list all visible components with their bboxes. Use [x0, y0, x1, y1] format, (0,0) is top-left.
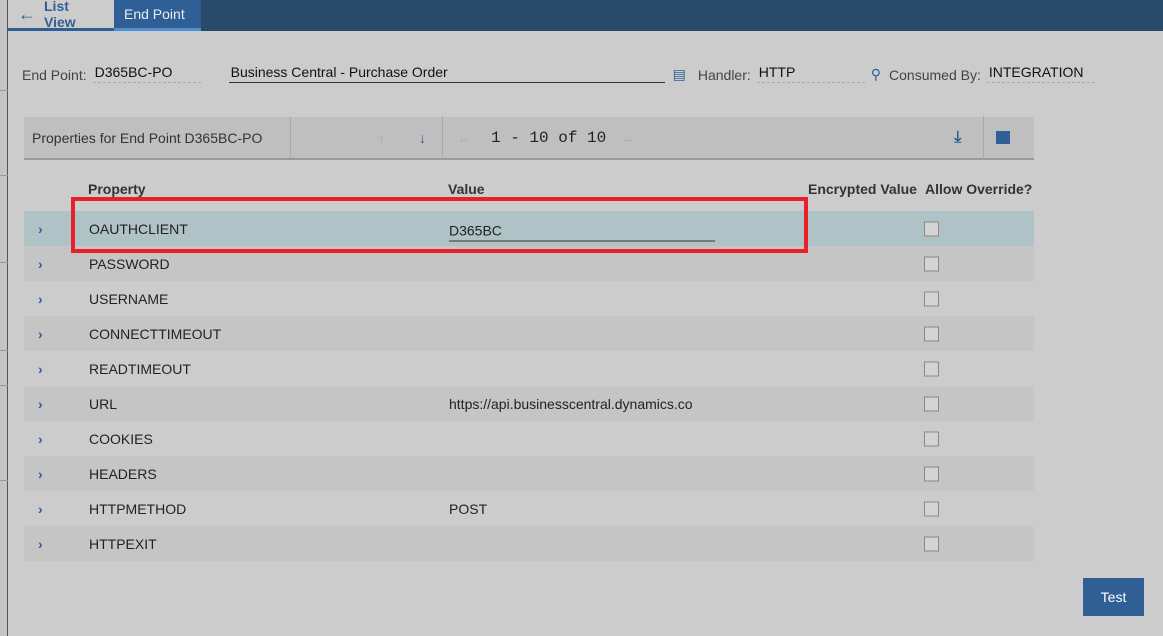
expand-chevron-icon[interactable]: ›: [38, 361, 43, 377]
property-name: CONNECTTIMEOUT: [89, 325, 222, 342]
description-field[interactable]: Business Central - Purchase Order: [228, 64, 665, 83]
table-row[interactable]: › CONNECTTIMEOUT: [24, 316, 1034, 351]
property-value[interactable]: POST: [449, 501, 715, 517]
calendar-icon[interactable]: ▤: [673, 66, 686, 83]
property-name: URL: [89, 395, 118, 412]
allow-override-checkbox[interactable]: [924, 501, 939, 516]
minimize-icon[interactable]: [996, 131, 1011, 144]
list-view-tab[interactable]: ← List View: [8, 0, 114, 31]
table-row[interactable]: › USERNAME: [24, 281, 1034, 316]
top-nav: ← List View End Point: [8, 0, 1163, 31]
toolbar-title: Properties for End Point D365BC-PO: [24, 117, 291, 158]
tab-end-point[interactable]: End Point: [114, 0, 201, 31]
allow-override-checkbox[interactable]: [924, 431, 939, 446]
test-button[interactable]: Test: [1083, 578, 1144, 616]
allow-override-checkbox[interactable]: [924, 536, 939, 551]
table-row[interactable]: › HTTPMETHOD POST: [24, 491, 1034, 526]
expand-chevron-icon[interactable]: ›: [38, 326, 43, 342]
table-row[interactable]: › HTTPEXIT: [24, 526, 1034, 561]
highlight-box: [71, 197, 808, 253]
allow-override-checkbox[interactable]: [924, 326, 939, 341]
search-icon[interactable]: ⚲: [871, 66, 881, 83]
endpoint-header: End Point: D365BC-PO Business Central - …: [22, 64, 1095, 83]
property-name: USERNAME: [89, 290, 169, 307]
pagination-text: 1 - 10 of 10: [491, 128, 607, 147]
prev-page-icon[interactable]: ←: [457, 130, 471, 146]
property-name: HTTPMETHOD: [89, 500, 187, 517]
allow-override-checkbox[interactable]: [924, 291, 939, 306]
arrow-left-icon: ←: [18, 3, 36, 24]
table-row[interactable]: › HEADERS: [24, 456, 1034, 491]
property-name: HEADERS: [89, 465, 157, 482]
download-icon[interactable]: ⤓: [954, 129, 961, 147]
allow-override-checkbox[interactable]: [924, 256, 939, 271]
properties-toolbar: Properties for End Point D365BC-PO ↑ ↓ ←…: [24, 116, 1034, 160]
property-name: READTIMEOUT: [89, 360, 191, 377]
allow-override-checkbox[interactable]: [924, 221, 939, 236]
property-name: COOKIES: [89, 430, 153, 447]
expand-chevron-icon[interactable]: ›: [38, 256, 43, 272]
left-panel-edge: [0, 0, 8, 636]
expand-chevron-icon[interactable]: ›: [38, 431, 43, 447]
handler-field[interactable]: HTTP: [756, 64, 865, 83]
expand-chevron-icon[interactable]: ›: [38, 221, 43, 237]
allow-override-checkbox[interactable]: [924, 396, 939, 411]
next-page-icon[interactable]: →: [620, 130, 634, 146]
expand-chevron-icon[interactable]: ›: [38, 466, 43, 482]
expand-chevron-icon[interactable]: ›: [38, 536, 43, 552]
move-up-icon[interactable]: ↑: [378, 130, 385, 146]
endpoint-field[interactable]: D365BC-PO: [92, 64, 201, 83]
property-value[interactable]: https://api.businesscentral.dynamics.co: [449, 396, 715, 412]
expand-chevron-icon[interactable]: ›: [38, 396, 43, 412]
expand-chevron-icon[interactable]: ›: [38, 291, 43, 307]
property-name: HTTPEXIT: [89, 535, 157, 552]
table-row[interactable]: › URL https://api.businesscentral.dynami…: [24, 386, 1034, 421]
property-name: PASSWORD: [89, 255, 170, 272]
consumed-by-field[interactable]: INTEGRATION: [986, 64, 1095, 83]
expand-chevron-icon[interactable]: ›: [38, 501, 43, 517]
allow-override-checkbox[interactable]: [924, 361, 939, 376]
allow-override-checkbox[interactable]: [924, 466, 939, 481]
table-row[interactable]: › COOKIES: [24, 421, 1034, 456]
move-down-icon[interactable]: ↓: [419, 130, 426, 146]
table-row[interactable]: › READTIMEOUT: [24, 351, 1034, 386]
